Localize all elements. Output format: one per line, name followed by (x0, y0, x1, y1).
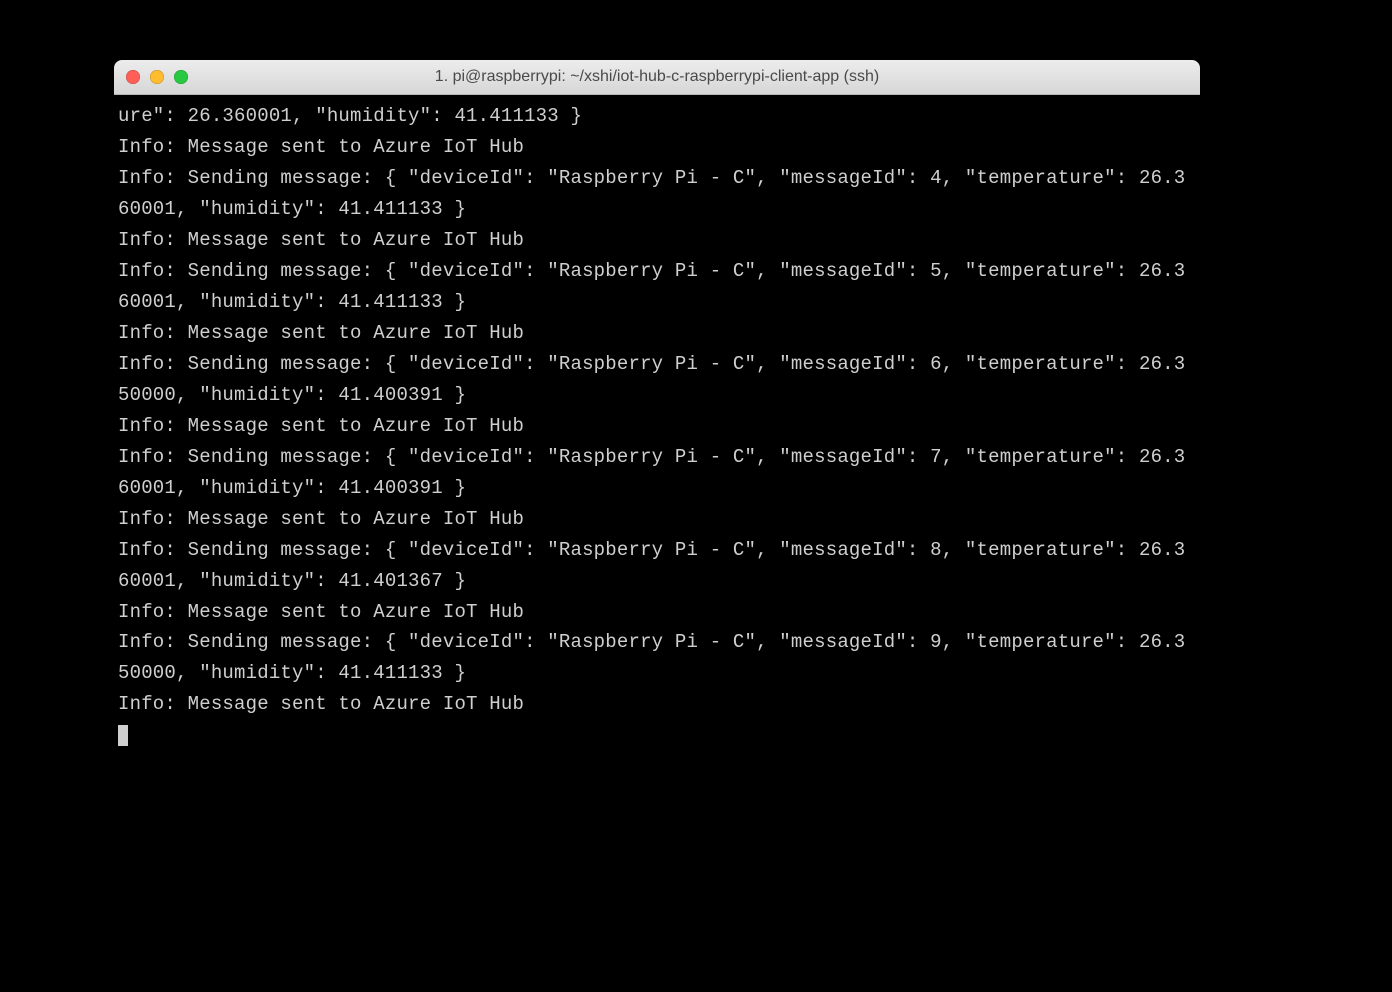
zoom-icon[interactable] (174, 70, 188, 84)
terminal-output[interactable]: ure": 26.360001, "humidity": 41.411133 }… (114, 95, 1200, 882)
close-icon[interactable] (126, 70, 140, 84)
cursor (118, 725, 128, 746)
window-controls (114, 70, 188, 84)
titlebar[interactable]: 1. pi@raspberrypi: ~/xshi/iot-hub-c-rasp… (114, 60, 1200, 95)
minimize-icon[interactable] (150, 70, 164, 84)
terminal-window: 1. pi@raspberrypi: ~/xshi/iot-hub-c-rasp… (114, 60, 1200, 882)
window-title: 1. pi@raspberrypi: ~/xshi/iot-hub-c-rasp… (114, 68, 1200, 86)
